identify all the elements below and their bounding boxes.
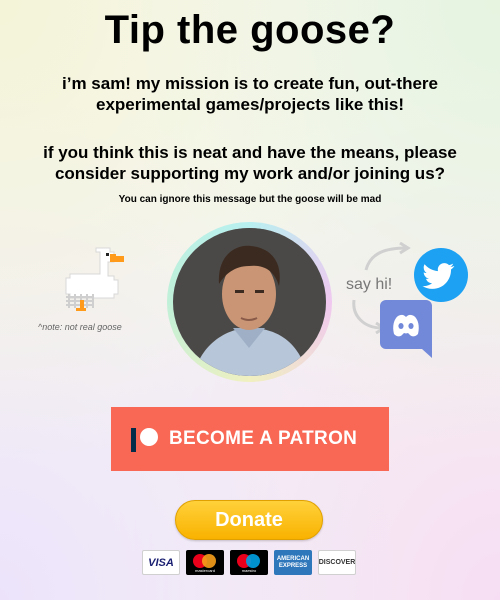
amex-icon: AMERICAN EXPRESS: [274, 550, 312, 575]
donate-button[interactable]: Donate: [175, 500, 323, 540]
become-a-patron-button[interactable]: BECOME A PATRON: [111, 407, 389, 471]
discover-icon: DISCOVER: [318, 550, 356, 575]
become-a-patron-label: BECOME A PATRON: [169, 428, 358, 449]
visa-icon: VISA: [142, 550, 180, 575]
support-request-text: if you think this is neat and have the m…: [43, 143, 457, 183]
twitter-icon[interactable]: [414, 248, 468, 302]
donate-label: Donate: [215, 508, 283, 531]
maestro-icon: maestro: [230, 550, 268, 575]
intro-text: i’m sam! my mission is to create fun, ou…: [62, 74, 438, 114]
goose-note: ^note: not real goose: [38, 322, 122, 332]
patreon-icon: [129, 407, 169, 471]
arrow-to-twitter-icon: [364, 242, 411, 271]
mastercard-icon: mastercard: [186, 550, 224, 575]
ignore-note: You can ignore this message but the goos…: [118, 194, 382, 205]
avatar-frame: [167, 222, 332, 382]
goose-image: [65, 247, 124, 311]
avatar: [173, 228, 326, 376]
discord-icon[interactable]: [380, 300, 432, 358]
say-hi-label: say hi!: [346, 276, 393, 293]
page-title: Tip the goose?: [104, 8, 396, 52]
